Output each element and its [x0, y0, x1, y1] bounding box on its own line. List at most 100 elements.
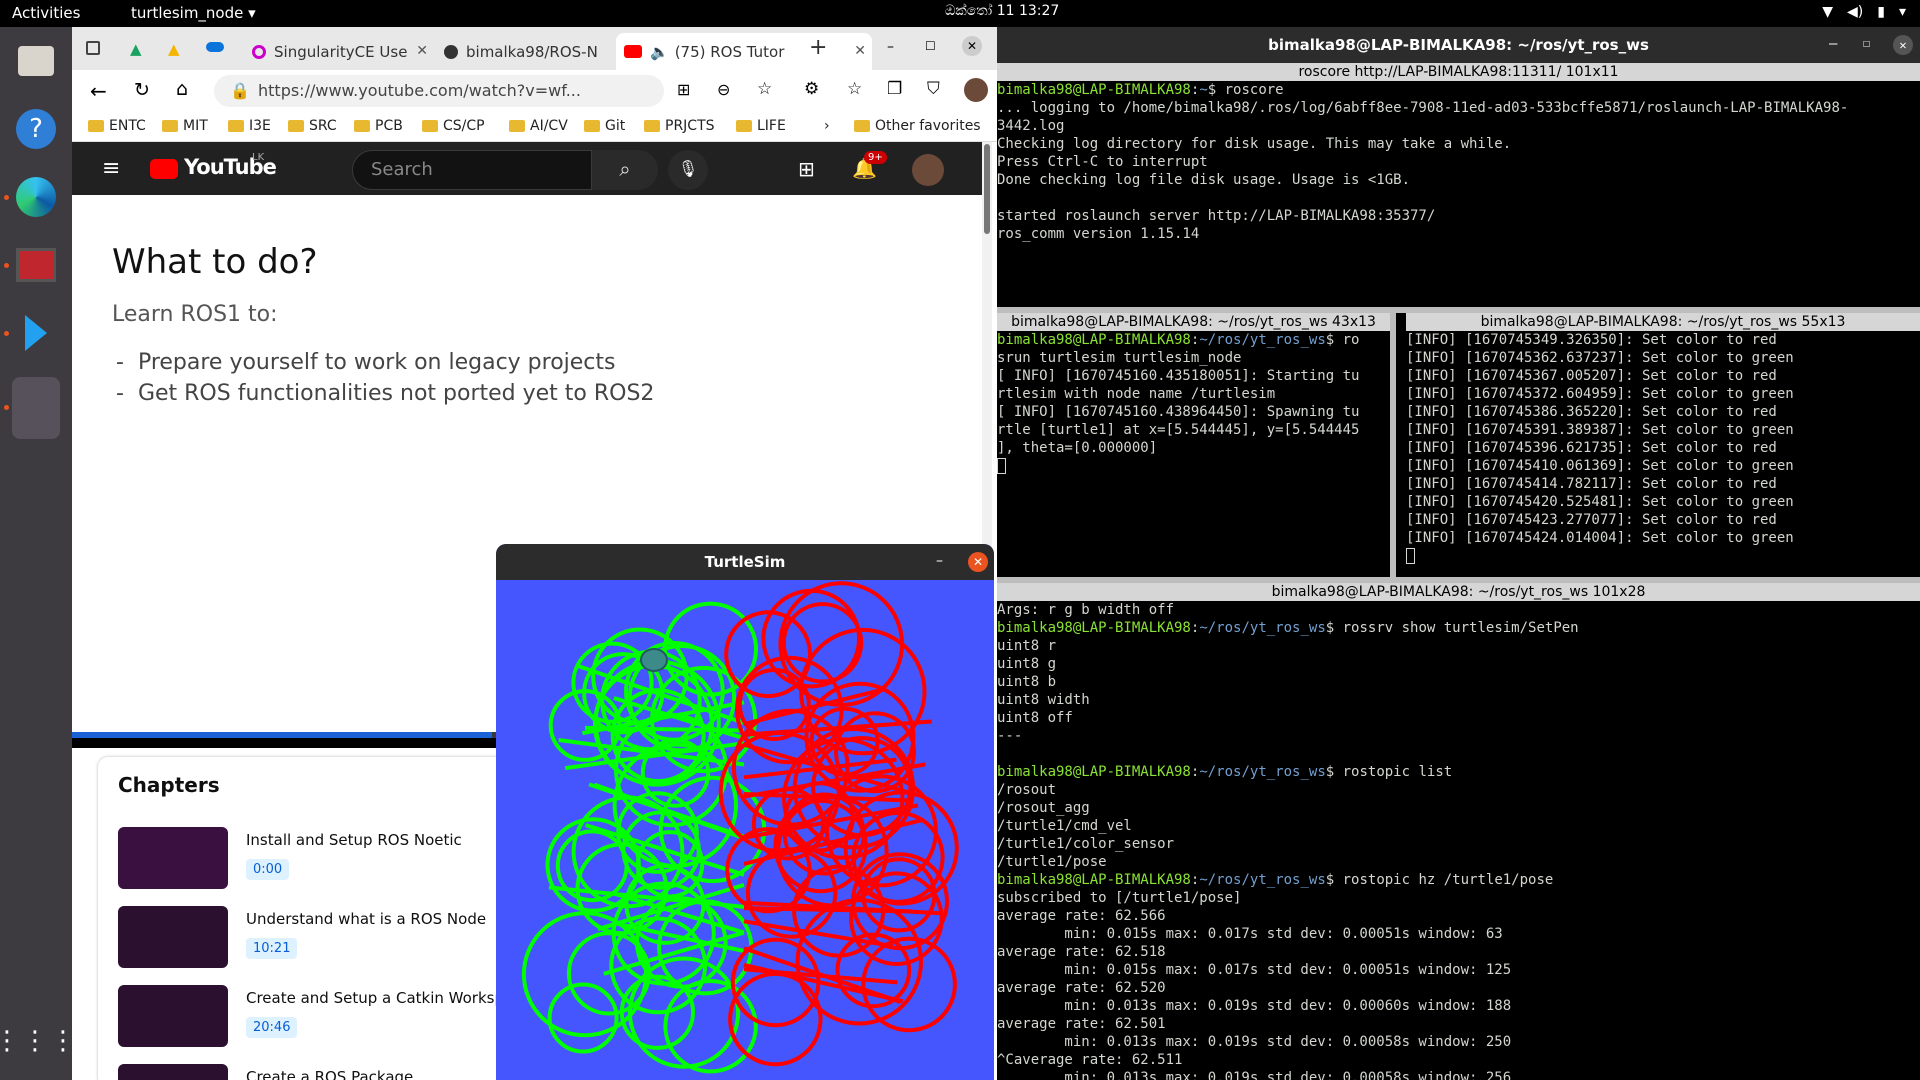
favorites-icon[interactable]: ☆ [847, 79, 862, 99]
terminal-line: [ INFO] [1670745160.435180051]: Starting… [997, 368, 1360, 384]
youtube-favicon-icon [624, 45, 642, 58]
turtlesim-app-icon[interactable] [12, 377, 60, 439]
terminal-pane-color-log[interactable]: [INFO] [1670745349.326350]: Set color to… [1406, 331, 1906, 576]
zoom-icon[interactable]: ⊖ [717, 80, 730, 99]
terminal-line: average rate: 62.566 [997, 908, 1166, 924]
folder-icon [509, 120, 525, 132]
chapter-thumbnail[interactable] [118, 827, 228, 889]
help-app-icon[interactable]: ? [12, 105, 60, 153]
profile-avatar[interactable] [964, 78, 988, 102]
pane-title: roscore http://LAP-BIMALKA98:11311/ 101x… [1298, 64, 1619, 80]
pane-header[interactable]: bimalka98@LAP-BIMALKA98: ~/ros/yt_ros_ws… [1406, 313, 1920, 331]
bookmark-folder[interactable]: I3E [228, 118, 271, 134]
tab-youtube[interactable]: 🔈 (75) ROS Tutor ✕ [616, 33, 872, 70]
terminal-line: [INFO] [1670745362.637237]: Set color to… [1406, 350, 1794, 366]
chapter-title[interactable]: Understand what is a ROS Node [246, 910, 486, 928]
running-indicator [4, 331, 9, 336]
terminal-line: ^Caverage rate: 62.511 [997, 1052, 1183, 1068]
show-apps-icon[interactable]: ⋮⋮⋮ [0, 1017, 76, 1065]
bookmark-folder[interactable]: PCB [354, 118, 403, 134]
bookmark-label: AI/CV [530, 118, 568, 134]
collections-icon[interactable]: ❐ [887, 79, 902, 99]
back-arrow-icon[interactable]: ← [90, 79, 107, 103]
vscode-icon[interactable] [12, 309, 60, 357]
system-tray[interactable]: ▼ ◀) ▮ ▾ [1822, 4, 1906, 20]
chapter-title[interactable]: Install and Setup ROS Noetic [246, 831, 462, 849]
close-window-button[interactable]: ✕ [968, 552, 988, 572]
bookmark-folder[interactable]: ENTC [88, 118, 146, 134]
extensions-icon[interactable]: ⚙ [804, 79, 819, 99]
hamburger-menu-icon[interactable]: ≡ [102, 156, 120, 181]
terminal-line: Args: r g b width off [997, 602, 1175, 618]
onedrive-icon[interactable] [206, 42, 224, 52]
bookmark-folder[interactable]: MIT [162, 118, 208, 134]
chapter-title[interactable]: Create a ROS Package [246, 1068, 413, 1080]
other-favorites[interactable]: Other favorites [854, 118, 981, 134]
minimize-button[interactable]: – [1829, 36, 1837, 52]
drive-icon[interactable]: ▲ [168, 40, 180, 58]
microphone-icon[interactable]: 🎙 [668, 150, 708, 190]
pane-title: bimalka98@LAP-BIMALKA98: ~/ros/yt_ros_ws… [1271, 584, 1646, 600]
terminal-line: average rate: 62.518 [997, 944, 1166, 960]
tab-singularity[interactable]: SingularityCE Use ✕ [244, 33, 434, 70]
close-window-button[interactable]: ✕ [962, 36, 982, 56]
terminal-pane-roscore[interactable]: bimalka98@LAP-BIMALKA98:~$ roscore... lo… [997, 81, 1907, 306]
command-text: $ roscore [1207, 82, 1284, 98]
chapter-thumbnail[interactable] [118, 1064, 228, 1080]
close-icon[interactable]: ✕ [854, 43, 866, 59]
search-input[interactable]: Search [352, 150, 592, 190]
more-bookmarks-chevron-icon[interactable]: › [824, 118, 830, 134]
terminal-line: /rosout_agg [997, 800, 1090, 816]
chapter-timestamp[interactable]: 10:21 [246, 938, 298, 959]
url-input[interactable]: 🔒 https://www.youtube.com/watch?v=wf... [214, 75, 664, 107]
chapter-title[interactable]: Create and Setup a Catkin Workspace [246, 989, 531, 1007]
app-menu[interactable]: turtlesim_node ▾ [131, 4, 256, 22]
minimize-button[interactable]: – [936, 553, 943, 569]
home-icon[interactable]: ⌂ [176, 78, 188, 100]
turtlesim-titlebar[interactable]: TurtleSim [496, 544, 994, 580]
terminal-pane-commands[interactable]: Args: r g b width off bimalka98@LAP-BIMAL… [997, 601, 1917, 1080]
youtube-logo-icon[interactable] [150, 159, 178, 179]
activities-button[interactable]: Activities [12, 4, 80, 22]
terminator-icon[interactable] [12, 241, 60, 289]
pane-header[interactable]: bimalka98@LAP-BIMALKA98: ~/ros/yt_ros_ws… [997, 583, 1920, 601]
drive-icon[interactable]: ▲ [130, 40, 142, 58]
chapter-thumbnail[interactable] [118, 906, 228, 968]
turtlesim-canvas [496, 580, 994, 1080]
security-icon[interactable]: ⛉ [927, 79, 940, 99]
search-button[interactable]: ⌕ [592, 150, 658, 190]
maximize-button[interactable]: ☐ [1863, 36, 1870, 50]
speaker-icon[interactable]: 🔈 [650, 43, 669, 61]
close-icon[interactable]: ✕ [416, 43, 428, 59]
chapter-timestamp[interactable]: 20:46 [246, 1017, 298, 1038]
chapter-timestamp[interactable]: 0:00 [246, 859, 290, 880]
new-tab-button[interactable]: + [809, 35, 827, 60]
bookmark-folder[interactable]: AI/CV [509, 118, 568, 134]
maximize-button[interactable]: ☐ [925, 39, 936, 53]
terminal-titlebar[interactable]: bimalka98@LAP-BIMALKA98: ~/ros/yt_ros_ws [997, 27, 1920, 63]
pane-header[interactable]: roscore http://LAP-BIMALKA98:11311/ 101x… [997, 63, 1920, 81]
favorite-star-icon[interactable]: ☆ [757, 79, 772, 99]
minimize-button[interactable]: – [887, 39, 894, 55]
bookmark-folder[interactable]: PRJCTS [644, 118, 715, 134]
chapter-thumbnail[interactable] [118, 985, 228, 1047]
avatar[interactable] [912, 154, 944, 186]
pane-splitter[interactable] [1390, 313, 1396, 577]
scrollbar-thumb[interactable] [984, 144, 990, 234]
bookmark-folder[interactable]: LIFE [736, 118, 786, 134]
files-app-icon[interactable] [12, 37, 60, 85]
clock[interactable]: ඔක්‍තෝ 11 13:27 [945, 3, 1059, 19]
tab-actions-icon[interactable] [86, 41, 100, 55]
bookmark-folder[interactable]: SRC [288, 118, 337, 134]
terminal-line: ros_comm version 1.15.14 [997, 226, 1200, 242]
bookmark-folder[interactable]: CS/CP [422, 118, 485, 134]
close-window-button[interactable]: ✕ [1893, 35, 1913, 55]
pane-header[interactable]: bimalka98@LAP-BIMALKA98: ~/ros/yt_ros_ws… [997, 313, 1390, 331]
bookmark-folder[interactable]: Git [584, 118, 625, 134]
reload-icon[interactable]: ↻ [134, 79, 150, 101]
wifi-icon: ▼ [1822, 4, 1834, 20]
edge-browser-icon[interactable] [12, 173, 60, 221]
apps-icon[interactable]: ⊞ [677, 80, 690, 99]
create-video-icon[interactable]: ⊞ [798, 157, 815, 181]
terminal-pane-turtlesim[interactable]: bimalka98@LAP-BIMALKA98:~/ros/yt_ros_ws$… [997, 331, 1387, 576]
